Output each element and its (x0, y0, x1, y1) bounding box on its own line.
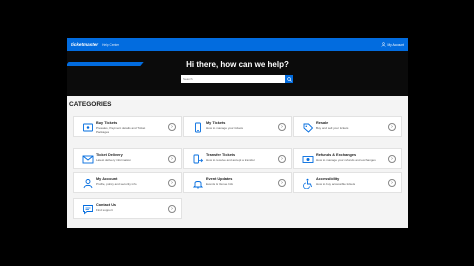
envelope-icon (82, 155, 94, 164)
category-title: My Account (96, 177, 118, 181)
category-description: Latest delivery information (96, 158, 132, 162)
category-card-contact-us[interactable]: Contact Us Find support › (73, 198, 182, 219)
category-title: Contact Us (96, 203, 117, 207)
category-card-resale[interactable]: Resale Buy and sell your tickets › (293, 116, 402, 137)
category-card-refunds-exchanges[interactable]: Refunds & Exchanges How to manage your r… (293, 148, 402, 169)
category-description: How to receive and accept a transfer (206, 158, 255, 162)
category-description: How to manage your tickets (206, 126, 244, 130)
category-description: Profile, policy and security info (96, 182, 137, 186)
category-description: Buy and sell your tickets (316, 126, 349, 130)
category-card-accessibility[interactable]: Accessibility How to buy accessible tick… (293, 172, 402, 193)
search-icon (286, 76, 292, 82)
category-card-ticket-delivery[interactable]: Ticket Delivery Latest delivery informat… (73, 148, 182, 169)
category-card-transfer-tickets[interactable]: Transfer Tickets How to receive and acce… (183, 148, 292, 169)
category-description: How to manage your refunds and exchanges (316, 158, 376, 162)
category-title: Accessibility (316, 177, 340, 181)
phone-icon (195, 122, 201, 133)
search-bar (181, 75, 293, 83)
ticket-icon (83, 123, 93, 132)
user-icon (381, 42, 386, 47)
my-account-label: My Account (387, 42, 404, 47)
my-account-link[interactable]: My Account (381, 42, 404, 47)
search-input[interactable] (181, 76, 285, 82)
hero-title: Hi there, how can we help? (186, 60, 289, 69)
chevron-right-icon: › (168, 155, 176, 163)
category-description: Presales, Payment details and Ticket Pac… (96, 126, 146, 135)
category-title: Resale (316, 121, 329, 125)
chevron-right-icon: › (168, 123, 176, 131)
transfer-icon (193, 154, 204, 164)
user-icon (83, 179, 93, 189)
chevron-right-icon: › (278, 123, 286, 131)
chevron-right-icon: › (168, 179, 176, 187)
help-center-label: Help Center (102, 42, 120, 47)
help-center-page: ticketmaster Help Center My Account Hi t… (67, 38, 408, 228)
chevron-right-icon: › (278, 179, 286, 187)
category-card-my-tickets[interactable]: My Tickets How to manage your tickets › (183, 116, 292, 137)
top-navigation-bar: ticketmaster Help Center My Account (67, 38, 408, 51)
chevron-right-icon: › (278, 155, 286, 163)
accessibility-icon (303, 178, 312, 189)
bell-icon (192, 181, 204, 189)
search-button[interactable] (285, 75, 293, 83)
category-title: Transfer Tickets (206, 153, 236, 157)
category-description: How to buy accessible tickets (316, 182, 356, 186)
category-description: Find support (96, 208, 113, 212)
chevron-right-icon: › (168, 205, 176, 213)
category-title: Refunds & Exchanges (316, 153, 357, 157)
category-description: Events & Venue Info (206, 182, 234, 186)
tag-icon (303, 123, 314, 133)
chevron-right-icon: › (388, 179, 396, 187)
category-title: Event Updates (206, 177, 233, 181)
hero-banner: Hi there, how can we help? (67, 51, 408, 96)
ticketmaster-logo[interactable]: ticketmaster (71, 42, 98, 47)
refund-icon (302, 156, 314, 163)
category-title: My Tickets (206, 121, 226, 125)
chevron-right-icon: › (388, 155, 396, 163)
chat-icon (83, 205, 93, 215)
category-title: Ticket Delivery (96, 153, 123, 157)
category-card-event-updates[interactable]: Event Updates Events & Venue Info › (183, 172, 292, 193)
chevron-right-icon: › (388, 123, 396, 131)
category-card-buy-tickets[interactable]: Buy Tickets Presales, Payment details an… (73, 116, 182, 137)
categories-heading: CATEGORIES (69, 101, 112, 108)
category-title: Buy Tickets (96, 121, 118, 125)
category-card-my-account[interactable]: My Account Profile, policy and security … (73, 172, 182, 193)
